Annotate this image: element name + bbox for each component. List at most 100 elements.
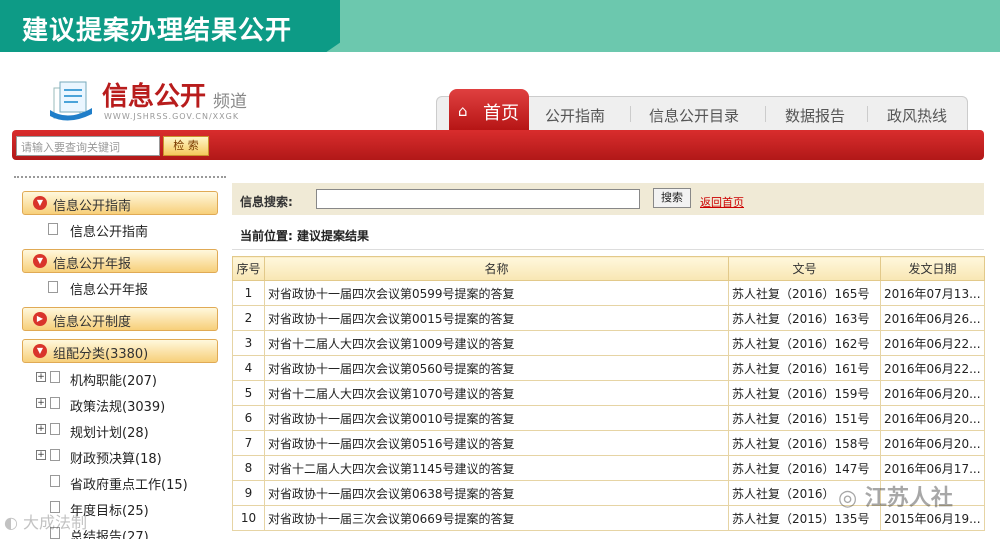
document-logo-icon: [48, 78, 94, 122]
tree-item-label: 财政预决算(18): [70, 452, 162, 467]
row-doc-no: 苏人社复（2016）161号: [728, 355, 881, 381]
row-date: 2016年07月13...: [880, 280, 985, 306]
nav-guide[interactable]: 公开指南: [545, 105, 605, 126]
collapse-icon: ▼: [33, 344, 47, 358]
logo-title: 信息公开: [102, 82, 207, 112]
page-icon: [50, 423, 60, 435]
nav-reports[interactable]: 数据报告: [785, 105, 845, 126]
page-icon: [50, 397, 60, 409]
info-search-button[interactable]: 搜索: [653, 188, 691, 208]
tree-item-label: 政策法规(3039): [70, 400, 166, 415]
row-number: 8: [232, 455, 265, 481]
nav-divider: [867, 106, 868, 122]
row-title-link[interactable]: 对省政协十一届四次会议第0010号提案的答复: [264, 405, 729, 431]
sidebar-item-label: 信息公开指南: [70, 225, 149, 240]
sidebar-item-label: 信息公开年报: [70, 283, 149, 298]
page-icon: [50, 371, 60, 383]
watermark-left-text: 大成法制: [23, 513, 88, 532]
row-number: 2: [232, 305, 265, 331]
wechat-icon: ◎: [838, 486, 865, 511]
row-number: 9: [232, 480, 265, 506]
table-row[interactable]: 4 对省政协十一届四次会议第0560号提案的答复 苏人社复（2016）161号 201…: [232, 355, 985, 381]
row-doc-no: 苏人社复（2016）158号: [728, 430, 881, 456]
row-number: 10: [232, 505, 265, 531]
row-title-link[interactable]: 对省政协十一届三次会议第0669号提案的答复: [264, 505, 729, 531]
expand-plus-icon[interactable]: +: [36, 424, 46, 434]
table-row[interactable]: 7 对省政协十一届四次会议第0516号建议的答复 苏人社复（2016）158号 201…: [232, 430, 985, 456]
column-header-date: 发文日期: [880, 256, 985, 281]
table-row[interactable]: 2 对省政协十一届四次会议第0015号提案的答复 苏人社复（2016）163号 201…: [232, 305, 985, 331]
nav-home-label: 首页: [483, 103, 519, 124]
row-date: 2016年06月20...: [880, 405, 985, 431]
row-doc-no: 苏人社复（2016）165号: [728, 280, 881, 306]
row-number: 7: [232, 430, 265, 456]
info-search-label: 信息搜索:: [240, 195, 293, 209]
sidebar: ▼ 信息公开指南 信息公开指南 ▼ 信息公开年报 信息公开年报 ▶ 信息公开制度…: [14, 176, 226, 539]
row-doc-no: 苏人社复（2016）159号: [728, 380, 881, 406]
sidebar-section-label: 信息公开年报: [53, 257, 132, 272]
tree-item-label: 规划计划(28): [70, 426, 149, 441]
expand-plus-icon[interactable]: +: [36, 450, 46, 460]
table-row[interactable]: 1 对省政协十一届四次会议第0599号提案的答复 苏人社复（2016）165号 201…: [232, 280, 985, 306]
row-number: 1: [232, 280, 265, 306]
breadcrumb: 当前位置: 建议提案结果: [240, 229, 369, 243]
collapse-icon: ▼: [33, 254, 47, 268]
row-doc-no: 苏人社复（2016）163号: [728, 305, 881, 331]
sidebar-section-guide[interactable]: ▼ 信息公开指南: [22, 191, 218, 215]
column-header-name: 名称: [264, 256, 729, 281]
breadcrumb-divider: [232, 249, 984, 250]
row-number: 5: [232, 380, 265, 406]
sidebar-section-label: 信息公开指南: [53, 199, 132, 214]
expand-icon: ▶: [33, 312, 47, 326]
row-title-link[interactable]: 对省政协十一届四次会议第0516号建议的答复: [264, 430, 729, 456]
column-header-doc-no: 文号: [728, 256, 881, 281]
home-icon: ⌂: [458, 102, 468, 120]
row-doc-no: 苏人社复（2016）151号: [728, 405, 881, 431]
watermark-right: ◎ 江苏人社: [838, 480, 988, 520]
table-row[interactable]: 8 对省十二届人大四次会议第1145号建议的答复 苏人社复（2016）147号 201…: [232, 455, 985, 481]
logo-url: WWW.JSHRSS.GOV.CN/XXGK: [104, 112, 240, 121]
nav-catalog[interactable]: 信息公开目录: [649, 105, 739, 126]
table-row[interactable]: 3 对省十二届人大四次会议第1009号建议的答复 苏人社复（2016）162号 201…: [232, 330, 985, 356]
row-title-link[interactable]: 对省十二届人大四次会议第1145号建议的答复: [264, 455, 729, 481]
sidebar-section-category[interactable]: ▼ 组配分类(3380): [22, 339, 218, 363]
expand-plus-icon[interactable]: +: [36, 372, 46, 382]
expand-plus-icon[interactable]: +: [36, 398, 46, 408]
row-title-link[interactable]: 对省政协十一届四次会议第0599号提案的答复: [264, 280, 729, 306]
table-row[interactable]: 6 对省政协十一届四次会议第0010号提案的答复 苏人社复（2016）151号 201…: [232, 405, 985, 431]
keyword-search-button[interactable]: 检 索: [163, 136, 209, 156]
row-title-link[interactable]: 对省政协十一届四次会议第0015号提案的答复: [264, 305, 729, 331]
keyword-search-input[interactable]: 请输入要查询关键词: [16, 136, 160, 156]
page-root: { "banner": {"title": "建议提案办理结果公开"}, "he…: [0, 0, 1000, 539]
row-title-link[interactable]: 对省十二届人大四次会议第1009号建议的答复: [264, 330, 729, 356]
row-number: 6: [232, 405, 265, 431]
row-doc-no: 苏人社复（2016）162号: [728, 330, 881, 356]
row-date: 2016年06月26...: [880, 305, 985, 331]
sidebar-section-system[interactable]: ▶ 信息公开制度: [22, 307, 218, 331]
table-header-row: 序号 名称 文号 发文日期: [232, 256, 985, 281]
banner-title: 建议提案办理结果公开: [22, 16, 293, 46]
page-icon: [50, 449, 60, 461]
nav-hotline[interactable]: 政风热线: [887, 105, 947, 126]
table-row[interactable]: 5 对省十二届人大四次会议第1070号建议的答复 苏人社复（2016）159号 201…: [232, 380, 985, 406]
row-title-link[interactable]: 对省十二届人大四次会议第1070号建议的答复: [264, 380, 729, 406]
info-search-input[interactable]: [316, 189, 640, 209]
row-date: 2016年06月20...: [880, 430, 985, 456]
page-icon: [48, 223, 58, 235]
sidebar-section-annual[interactable]: ▼ 信息公开年报: [22, 249, 218, 273]
sidebar-divider: [14, 176, 226, 181]
watermark-left-logo-icon: ◐: [4, 513, 24, 532]
nav-home-tab[interactable]: ⌂ 首页: [449, 89, 529, 131]
collapse-icon: ▼: [33, 196, 47, 210]
row-number: 3: [232, 330, 265, 356]
page-icon: [48, 281, 58, 293]
back-home-link[interactable]: 返回首页: [700, 194, 744, 210]
row-title-link[interactable]: 对省政协十一届四次会议第0560号提案的答复: [264, 355, 729, 381]
tree-item-label: 省政府重点工作(15): [70, 478, 188, 493]
watermark-right-text: 江苏人社: [864, 486, 953, 511]
row-title-link[interactable]: 对省政协十一届四次会议第0638号提案的答复: [264, 480, 729, 506]
row-date: 2016年06月22...: [880, 355, 985, 381]
sidebar-section-label: 组配分类(3380): [53, 347, 149, 362]
logo-subtitle: 频道: [213, 92, 247, 112]
column-header-number: 序号: [232, 256, 265, 281]
